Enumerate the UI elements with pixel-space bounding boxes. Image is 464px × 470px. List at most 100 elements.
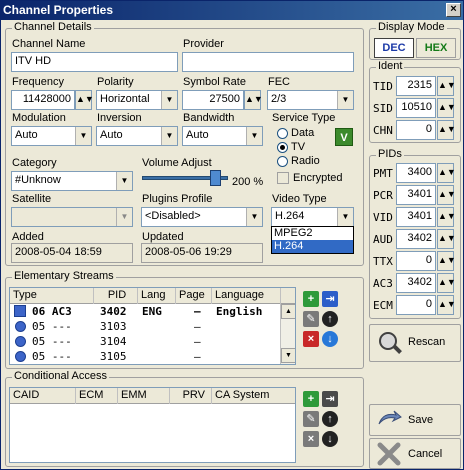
- cancel-button[interactable]: Cancel: [369, 438, 461, 469]
- conditional-access-legend: Conditional Access: [12, 370, 109, 382]
- conditional-access-table[interactable]: CAID ECM EMM PRV CA System: [9, 387, 296, 463]
- pcr-input[interactable]: 3401: [396, 185, 436, 205]
- chevron-down-icon[interactable]: ▼: [337, 208, 353, 226]
- inversion-select[interactable]: Auto ▼: [96, 126, 178, 146]
- close-button[interactable]: ×: [446, 3, 461, 17]
- vid-spin-icon[interactable]: ▲▼: [437, 207, 456, 227]
- service-type-radio-radio[interactable]: Radio: [277, 155, 320, 167]
- ca-move-up-icon[interactable]: ↑: [322, 411, 338, 427]
- edit-stream-icon[interactable]: ✎: [303, 311, 319, 327]
- channel-name-input[interactable]: ITV HD: [11, 52, 178, 72]
- chn-input[interactable]: 0: [396, 120, 436, 140]
- polarity-select[interactable]: Horizontal ▼: [96, 90, 178, 110]
- table-row[interactable]: 05 --- 3105 –: [10, 349, 281, 364]
- chevron-down-icon[interactable]: ▼: [116, 172, 132, 190]
- service-type-data-label: Data: [291, 127, 315, 139]
- bandwidth-select[interactable]: Auto ▼: [182, 126, 263, 146]
- column-header-type[interactable]: Type: [10, 288, 94, 304]
- ecm-spin-icon[interactable]: ▲▼: [437, 295, 456, 315]
- hex-toggle[interactable]: HEX: [416, 38, 456, 58]
- vid-input[interactable]: 3401: [396, 207, 436, 227]
- column-header-page[interactable]: Page: [176, 288, 212, 304]
- service-type-label: Service Type: [272, 112, 336, 124]
- audio-stream-icon: [14, 305, 26, 317]
- encrypted-checkbox[interactable]: Encrypted: [277, 172, 343, 185]
- add-ca-icon[interactable]: +: [303, 391, 319, 407]
- dec-toggle[interactable]: DEC: [374, 38, 414, 58]
- column-header-pid[interactable]: PID: [94, 288, 138, 304]
- modulation-label: Modulation: [12, 112, 66, 124]
- volume-adjust-label: Volume Adjust: [142, 157, 212, 169]
- chevron-down-icon[interactable]: ▼: [246, 127, 262, 145]
- column-header-language[interactable]: Language: [212, 288, 281, 304]
- service-type-tv-radio[interactable]: TV: [277, 141, 305, 153]
- modulation-select[interactable]: Auto ▼: [11, 126, 92, 146]
- streams-table-header: Type PID Lang Page Language: [10, 288, 295, 304]
- column-header-caid[interactable]: CAID: [10, 388, 76, 404]
- table-row[interactable]: 05 --- 3104 –: [10, 334, 281, 350]
- ttx-spin-icon[interactable]: ▲▼: [437, 251, 456, 271]
- aud-input[interactable]: 3402: [396, 229, 436, 249]
- fec-select[interactable]: 2/3 ▼: [267, 90, 354, 110]
- chn-spin-icon[interactable]: ▲▼: [437, 120, 456, 140]
- fec-value: 2/3: [271, 93, 287, 105]
- ca-move-down-icon[interactable]: ↓: [322, 431, 338, 447]
- ac3-input[interactable]: 3402: [396, 273, 436, 293]
- column-header-emm[interactable]: EMM: [118, 388, 170, 404]
- rescan-button[interactable]: Rescan: [369, 324, 461, 362]
- tid-spin-icon[interactable]: ▲▼: [437, 76, 456, 96]
- ac3-spin-icon[interactable]: ▲▼: [437, 273, 456, 293]
- chevron-down-icon[interactable]: ▼: [161, 127, 177, 145]
- pmt-spin-icon[interactable]: ▲▼: [437, 163, 456, 183]
- column-header-prv[interactable]: PRV: [170, 388, 212, 404]
- move-up-icon[interactable]: ↑: [322, 311, 338, 327]
- category-select[interactable]: #Unknow ▼: [11, 171, 133, 191]
- save-button[interactable]: Save: [369, 404, 461, 436]
- edit-ca-icon[interactable]: ✎: [303, 411, 319, 427]
- delete-ca-icon[interactable]: ×: [303, 431, 319, 447]
- plugins-profile-select[interactable]: <Disabled> ▼: [141, 207, 263, 227]
- frequency-spin-icon[interactable]: ▲▼: [75, 90, 94, 110]
- pmt-input[interactable]: 3400: [396, 163, 436, 183]
- ttx-input[interactable]: 0: [396, 251, 436, 271]
- streams-scrollbar[interactable]: ▲ ▼: [280, 304, 295, 364]
- table-row[interactable]: 05 --- 3103 –: [10, 319, 281, 335]
- satellite-select[interactable]: ▼: [11, 207, 133, 227]
- video-type-select[interactable]: H.264 ▼: [271, 207, 354, 227]
- import-ca-icon[interactable]: ⇥: [322, 391, 338, 407]
- column-header-lang[interactable]: Lang: [138, 288, 176, 304]
- column-header-ca-system[interactable]: CA System: [212, 388, 295, 404]
- scroll-down-icon[interactable]: ▼: [281, 348, 295, 363]
- checkbox-icon: [277, 172, 289, 185]
- title-bar[interactable]: Channel Properties ×: [1, 1, 463, 20]
- delete-stream-icon[interactable]: ×: [303, 331, 319, 347]
- video-type-option-mpeg2[interactable]: MPEG2: [272, 227, 353, 240]
- fec-label: FEC: [268, 76, 290, 88]
- aud-spin-icon[interactable]: ▲▼: [437, 229, 456, 249]
- tid-input[interactable]: 2315: [396, 76, 436, 96]
- video-type-option-h264[interactable]: H.264: [272, 240, 353, 253]
- provider-input[interactable]: [182, 52, 354, 72]
- scroll-up-icon[interactable]: ▲: [281, 304, 295, 319]
- column-header-ecm[interactable]: ECM: [76, 388, 118, 404]
- frequency-input[interactable]: 11428000: [11, 90, 75, 110]
- chevron-down-icon[interactable]: ▼: [116, 208, 132, 226]
- sid-input[interactable]: 10510: [396, 98, 436, 118]
- ecm-input[interactable]: 0: [396, 295, 436, 315]
- updated-label: Updated: [142, 231, 184, 243]
- symbol-rate-input[interactable]: 27500: [182, 90, 244, 110]
- chevron-down-icon[interactable]: ▼: [75, 127, 91, 145]
- service-type-data-radio[interactable]: Data: [277, 127, 314, 139]
- move-down-icon[interactable]: ↓: [322, 331, 338, 347]
- pcr-spin-icon[interactable]: ▲▼: [437, 185, 456, 205]
- elementary-streams-table[interactable]: Type PID Lang Page Language 06 AC3 3402 …: [9, 287, 296, 365]
- table-row[interactable]: 06 AC3 3402 ENG – English: [10, 304, 281, 320]
- chevron-down-icon[interactable]: ▼: [161, 91, 177, 109]
- import-stream-icon[interactable]: ⇥: [322, 291, 338, 307]
- chevron-down-icon[interactable]: ▼: [337, 91, 353, 109]
- volume-slider-thumb[interactable]: [209, 170, 221, 186]
- add-stream-icon[interactable]: +: [303, 291, 319, 307]
- chevron-down-icon[interactable]: ▼: [246, 208, 262, 226]
- sid-spin-icon[interactable]: ▲▼: [437, 98, 456, 118]
- symbol-rate-spin-icon[interactable]: ▲▼: [244, 90, 263, 110]
